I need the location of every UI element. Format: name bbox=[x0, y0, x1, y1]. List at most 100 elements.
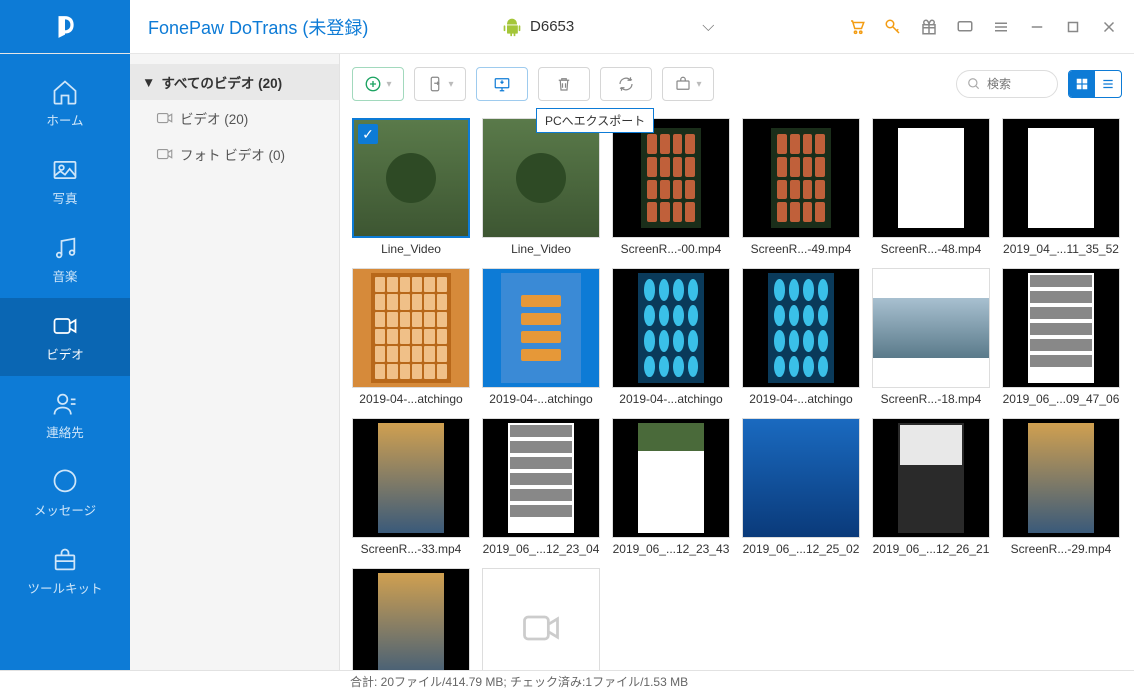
titlebar-actions bbox=[848, 18, 1134, 36]
video-item[interactable]: 2019-04-...atchingo bbox=[612, 268, 730, 406]
video-thumbnail[interactable] bbox=[742, 418, 860, 538]
chevron-down-icon: ⌵ bbox=[702, 18, 714, 36]
tree-root-all-videos[interactable]: ▼ すべてのビデオ (20) bbox=[130, 64, 339, 100]
video-item[interactable]: 2019_06_...12_26_21 bbox=[872, 418, 990, 556]
sidebar-item-messages[interactable]: メッセージ bbox=[0, 454, 130, 532]
video-thumbnail[interactable] bbox=[742, 268, 860, 388]
sidebar-item-photos[interactable]: 写真 bbox=[0, 142, 130, 220]
video-item[interactable]: ScreenR...-18.mp4 bbox=[872, 268, 990, 406]
video-filename: 2019_06_...12_23_43 bbox=[612, 538, 730, 556]
video-item[interactable]: ScreenR...-00.mp4 bbox=[612, 118, 730, 256]
video-filename: ScreenR...-29.mp4 bbox=[1002, 538, 1120, 556]
video-grid: ✓Line_Video Line_Video ScreenR...-00.mp4 Sc… bbox=[340, 114, 1134, 670]
list-view-button[interactable] bbox=[1095, 71, 1121, 97]
video-thumbnail[interactable] bbox=[482, 568, 600, 670]
toolbox-button[interactable]: ▾ bbox=[662, 67, 714, 101]
video-item[interactable]: 2019-04-...atchingo bbox=[482, 268, 600, 406]
video-filename: 2019_04_...11_35_52 bbox=[1002, 238, 1120, 256]
video-thumbnail[interactable] bbox=[482, 418, 600, 538]
video-item[interactable]: ✓Line_Video bbox=[352, 118, 470, 256]
toolbar: ▾ ▾ ▾ PCへエクスポート bbox=[340, 54, 1134, 114]
export-to-pc-button[interactable] bbox=[476, 67, 528, 101]
delete-button[interactable] bbox=[538, 67, 590, 101]
status-text: 合計: 20ファイル/414.79 MB; チェック済み:1ファイル/1.53 … bbox=[350, 673, 688, 690]
video-thumbnail[interactable] bbox=[1002, 118, 1120, 238]
video-filename: ScreenR...-49.mp4 bbox=[742, 238, 860, 256]
video-thumbnail[interactable] bbox=[612, 268, 730, 388]
video-item[interactable]: 2019-04-...atchingo bbox=[742, 268, 860, 406]
cart-icon[interactable] bbox=[848, 18, 866, 36]
tree-item-photo-videos[interactable]: フォト ビデオ (0) bbox=[130, 136, 339, 172]
video-thumbnail[interactable] bbox=[1002, 268, 1120, 388]
video-thumbnail[interactable] bbox=[612, 418, 730, 538]
export-to-device-button[interactable]: ▾ bbox=[414, 67, 466, 101]
search-box[interactable] bbox=[956, 70, 1058, 98]
view-toggle bbox=[1068, 70, 1122, 98]
sidebar-item-toolkit[interactable]: ツールキット bbox=[0, 532, 130, 610]
video-thumbnail[interactable] bbox=[872, 118, 990, 238]
search-icon bbox=[967, 77, 981, 91]
main-panel: ▾ ▾ ▾ PCへエクスポート bbox=[340, 54, 1134, 670]
video-thumbnail[interactable] bbox=[872, 268, 990, 388]
video-thumbnail[interactable] bbox=[482, 118, 600, 238]
video-thumbnail[interactable] bbox=[352, 568, 470, 670]
video-thumbnail[interactable] bbox=[482, 268, 600, 388]
video-filename: 2019_06_...12_23_04 bbox=[482, 538, 600, 556]
video-filename: ScreenR...-18.mp4 bbox=[872, 388, 990, 406]
triangle-down-icon: ▼ bbox=[142, 75, 155, 90]
add-button[interactable]: ▾ bbox=[352, 67, 404, 101]
video-thumbnail[interactable] bbox=[872, 418, 990, 538]
video-item[interactable]: 2019_06_...12_25_02 bbox=[742, 418, 860, 556]
video-thumbnail[interactable] bbox=[612, 118, 730, 238]
android-icon bbox=[502, 17, 522, 37]
video-item[interactable]: ScreenR...-29.mp4 bbox=[1002, 418, 1120, 556]
export-tooltip: PCへエクスポート bbox=[536, 108, 654, 133]
video-filename: ScreenR...-48.mp4 bbox=[872, 238, 990, 256]
video-item[interactable]: 2019_06_...12_23_04 bbox=[482, 418, 600, 556]
device-name: D6653 bbox=[530, 18, 574, 35]
tree-item-videos[interactable]: ビデオ (20) bbox=[130, 100, 339, 136]
video-thumbnail[interactable] bbox=[742, 118, 860, 238]
chevron-down-icon: ▾ bbox=[386, 79, 391, 90]
video-item[interactable]: Line_Video bbox=[482, 118, 600, 256]
video-item[interactable]: 2019-04-...atchingo bbox=[352, 268, 470, 406]
menu-icon[interactable] bbox=[992, 18, 1010, 36]
video-filename: 2019-04-...atchingo bbox=[612, 388, 730, 406]
title-bar: FonePaw DoTrans (未登録) D6653 ⌵ bbox=[0, 0, 1134, 54]
maximize-button[interactable] bbox=[1064, 18, 1082, 36]
video-item[interactable] bbox=[352, 568, 470, 670]
video-item[interactable]: ScreenR...-33.mp4 bbox=[352, 418, 470, 556]
video-item[interactable]: 2019_06_...12_23_43 bbox=[612, 418, 730, 556]
video-filename: Line_Video bbox=[482, 238, 600, 256]
video-item[interactable]: 2019_04_...11_35_52 bbox=[1002, 118, 1120, 256]
video-filename: 2019-04-...atchingo bbox=[742, 388, 860, 406]
sidebar-item-contacts[interactable]: 連絡先 bbox=[0, 376, 130, 454]
video-item[interactable]: ScreenR...-49.mp4 bbox=[742, 118, 860, 256]
chevron-down-icon: ▾ bbox=[448, 79, 453, 90]
minimize-button[interactable] bbox=[1028, 18, 1046, 36]
video-item[interactable] bbox=[482, 568, 600, 670]
feedback-icon[interactable] bbox=[956, 18, 974, 36]
video-item[interactable]: ScreenR...-48.mp4 bbox=[872, 118, 990, 256]
device-selector[interactable]: D6653 ⌵ bbox=[490, 0, 726, 53]
sidebar-item-video[interactable]: ビデオ bbox=[0, 298, 130, 376]
close-button[interactable] bbox=[1100, 18, 1118, 36]
sidebar-item-music[interactable]: 音楽 bbox=[0, 220, 130, 298]
video-thumbnail[interactable] bbox=[352, 268, 470, 388]
gift-icon[interactable] bbox=[920, 18, 938, 36]
video-thumbnail[interactable] bbox=[352, 418, 470, 538]
key-icon[interactable] bbox=[884, 18, 902, 36]
video-filename: 2019-04-...atchingo bbox=[482, 388, 600, 406]
search-input[interactable] bbox=[987, 77, 1047, 91]
app-title: FonePaw DoTrans (未登録) bbox=[148, 14, 368, 40]
grid-view-button[interactable] bbox=[1069, 71, 1095, 97]
video-thumbnail[interactable]: ✓ bbox=[352, 118, 470, 238]
checkbox-checked-icon: ✓ bbox=[358, 124, 378, 144]
chevron-down-icon: ▾ bbox=[696, 79, 701, 90]
category-tree: ▼ すべてのビデオ (20) ビデオ (20) フォト ビデオ (0) bbox=[130, 54, 340, 670]
video-item[interactable]: 2019_06_...09_47_06 bbox=[1002, 268, 1120, 406]
video-filename: 2019_06_...12_26_21 bbox=[872, 538, 990, 556]
sidebar-item-home[interactable]: ホーム bbox=[0, 64, 130, 142]
refresh-button[interactable] bbox=[600, 67, 652, 101]
video-thumbnail[interactable] bbox=[1002, 418, 1120, 538]
